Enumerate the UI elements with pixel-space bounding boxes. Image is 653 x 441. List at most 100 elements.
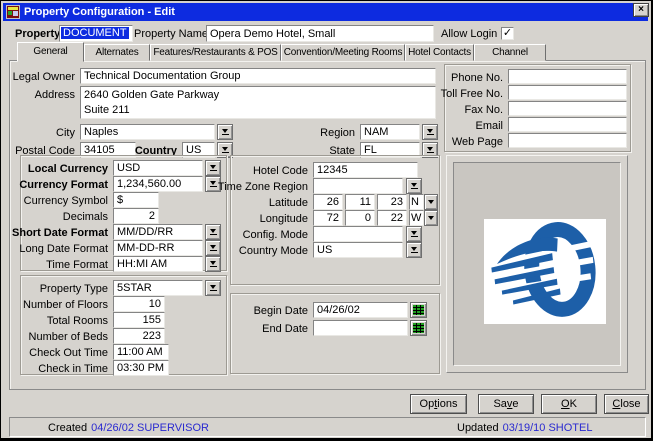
- tab-features-restaurants-pos[interactable]: Features/Restaurants & POS: [150, 44, 281, 61]
- address-field[interactable]: 2640 Golden Gate Parkway Suite 211: [80, 86, 436, 119]
- number-of-floors-field[interactable]: [113, 296, 165, 312]
- currency-group: Local Currency Currency Format Currency …: [20, 155, 227, 271]
- config-mode-lov-button[interactable]: [406, 226, 422, 242]
- updated-status: Updated03/19/10 SHOTEL: [457, 419, 596, 437]
- options-button[interactable]: Options: [410, 394, 467, 414]
- check-out-time-field[interactable]: [113, 344, 169, 360]
- time-format-field[interactable]: [113, 256, 203, 272]
- web-page-label: Web Page: [452, 136, 503, 149]
- lov-arrow-icon: [427, 147, 433, 151]
- city-lov-button[interactable]: [217, 124, 233, 140]
- tab-general[interactable]: General: [17, 42, 84, 62]
- lov-arrow-icon: [210, 285, 216, 289]
- property-name-field[interactable]: [206, 25, 434, 42]
- region-label: Region: [320, 127, 355, 140]
- phone-field[interactable]: [508, 69, 627, 84]
- property-label: Property: [15, 28, 60, 41]
- longitude-hemisphere-field[interactable]: [409, 210, 424, 226]
- begin-date-calendar-button[interactable]: [410, 302, 427, 318]
- updated-label: Updated: [457, 422, 499, 434]
- property-field[interactable]: DOCUMENT: [59, 25, 133, 42]
- country-mode-field[interactable]: [313, 242, 403, 258]
- currency-format-field[interactable]: [113, 176, 203, 192]
- time-zone-region-lov-button[interactable]: [406, 178, 422, 194]
- fax-label: Fax No.: [464, 104, 503, 117]
- end-date-label: End Date: [262, 323, 308, 336]
- longitude-min-field[interactable]: [345, 210, 375, 226]
- latitude-hemisphere-field[interactable]: [409, 194, 424, 210]
- local-currency-field[interactable]: [113, 160, 203, 176]
- begin-date-field[interactable]: [313, 302, 408, 318]
- lov-arrow-icon: [210, 245, 216, 249]
- decimals-field[interactable]: [113, 208, 159, 224]
- email-field[interactable]: [508, 117, 627, 132]
- lov-arrow-icon: [411, 247, 417, 251]
- close-button[interactable]: Close: [604, 394, 649, 414]
- property-type-lov-button[interactable]: [205, 280, 221, 296]
- region-lov-button[interactable]: [422, 124, 438, 140]
- currency-format-label: Currency Format: [19, 179, 108, 192]
- save-button[interactable]: Save: [478, 394, 534, 414]
- end-date-calendar-button[interactable]: [410, 320, 427, 336]
- address-label: Address: [35, 89, 75, 102]
- longitude-hemisphere-dropdown[interactable]: [424, 210, 438, 226]
- time-format-lov-button[interactable]: [205, 256, 221, 272]
- lov-arrow-icon: [210, 261, 216, 265]
- number-of-beds-field[interactable]: [113, 328, 165, 344]
- config-mode-field[interactable]: [313, 226, 403, 242]
- web-page-field[interactable]: [508, 133, 627, 148]
- ok-button[interactable]: OK: [541, 394, 597, 414]
- time-zone-region-field[interactable]: [313, 178, 403, 194]
- end-date-field[interactable]: [313, 320, 408, 336]
- close-icon[interactable]: ×: [633, 3, 649, 17]
- latitude-min-field[interactable]: [345, 194, 375, 210]
- contact-group: Phone No. Toll Free No. Fax No. Email We…: [444, 64, 631, 152]
- hotel-code-field[interactable]: [313, 162, 418, 178]
- country-mode-lov-button[interactable]: [406, 242, 422, 258]
- created-value: 04/26/02 SUPERVISOR: [91, 422, 209, 434]
- longitude-sec-field[interactable]: [377, 210, 407, 226]
- tab-hotel-contacts[interactable]: Hotel Contacts: [405, 44, 474, 61]
- legal-owner-label: Legal Owner: [13, 71, 75, 84]
- long-date-format-lov-button[interactable]: [205, 240, 221, 256]
- check-out-time-label: Check Out Time: [29, 347, 108, 360]
- allow-login-label: Allow Login ?: [441, 28, 506, 41]
- tab-convention-meeting-rooms[interactable]: Convention/Meeting Rooms: [281, 44, 405, 61]
- currency-symbol-field[interactable]: [113, 192, 159, 208]
- tab-alternates[interactable]: Alternates: [84, 44, 150, 61]
- city-field[interactable]: [80, 124, 215, 140]
- toll-free-field[interactable]: [508, 85, 627, 100]
- legal-owner-field[interactable]: [80, 68, 436, 84]
- longitude-deg-field[interactable]: [313, 210, 343, 226]
- fax-field[interactable]: [508, 101, 627, 116]
- property-type-label: Property Type: [40, 283, 108, 296]
- local-currency-lov-button[interactable]: [205, 160, 221, 176]
- region-field[interactable]: [360, 124, 420, 140]
- hotel-group: Hotel Code Time Zone Region Latitude Lon…: [230, 155, 440, 285]
- lov-arrow-icon: [411, 183, 417, 187]
- latitude-hemisphere-dropdown[interactable]: [424, 194, 438, 210]
- check-in-time-field[interactable]: [113, 360, 169, 376]
- latitude-sec-field[interactable]: [377, 194, 407, 210]
- toll-free-label: Toll Free No.: [441, 88, 503, 101]
- short-date-format-lov-button[interactable]: [205, 224, 221, 240]
- config-mode-label: Config. Mode: [243, 229, 308, 242]
- lov-arrow-icon: [210, 181, 216, 185]
- time-zone-region-label: Time Zone Region: [218, 181, 308, 194]
- total-rooms-field[interactable]: [113, 312, 165, 328]
- lov-arrow-icon: [222, 147, 228, 151]
- latitude-label: Latitude: [269, 197, 308, 210]
- tab-channel[interactable]: Channel: [474, 44, 546, 61]
- number-of-beds-label: Number of Beds: [29, 331, 108, 344]
- general-tab-content: Legal Owner Address 2640 Golden Gate Par…: [9, 60, 646, 390]
- latitude-deg-field[interactable]: [313, 194, 343, 210]
- address-line-2: Suite 211: [84, 103, 432, 118]
- property-type-field[interactable]: [113, 280, 203, 296]
- opera-logo-image: [484, 219, 606, 324]
- city-label: City: [56, 127, 75, 140]
- dates-group: Begin Date End Date: [230, 293, 440, 374]
- property-name-label: Property Name: [134, 28, 208, 41]
- short-date-format-field[interactable]: [113, 224, 203, 240]
- long-date-format-field[interactable]: [113, 240, 203, 256]
- allow-login-checkbox[interactable]: ✓: [501, 27, 514, 40]
